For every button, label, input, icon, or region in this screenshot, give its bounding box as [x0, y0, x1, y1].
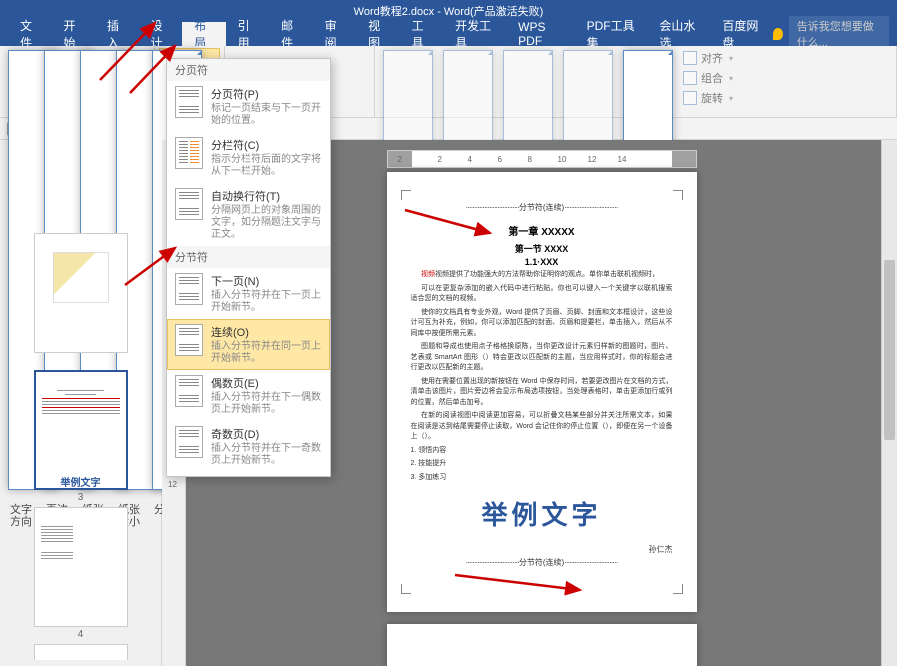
- text-wrap-break-icon: [175, 188, 203, 220]
- breaks-flyout-menu: 分页符 分页符(P)标记一页结束与下一页开始的位置。 分栏符(C)指示分栏符后面…: [166, 58, 331, 477]
- doc-list-item: 1. 领悟内容: [411, 446, 673, 457]
- tellme-icon: [773, 28, 782, 40]
- flyout-header-section-breaks: 分节符: [167, 246, 330, 268]
- tab-references[interactable]: 引用: [226, 22, 270, 46]
- doc-paragraph: 使用在需要位置出现的新按钮在 Word 中保存时间，若要更改图片在文档的方式，清…: [411, 377, 673, 409]
- column-break-icon: [175, 137, 203, 169]
- doc-paragraph: 图题和导成也使用点子格格换原陈，当你更改设计元素归样新的图题时，图片、艺表或 S…: [411, 342, 673, 374]
- doc-example-heading: 举例文字: [411, 495, 673, 532]
- tab-mailings[interactable]: 邮件: [269, 22, 313, 46]
- page-corner-marker: [401, 190, 411, 200]
- doc-chapter-title: 第一章 XXXXX: [411, 223, 673, 238]
- group-button[interactable]: 组合▾: [679, 68, 737, 88]
- doc-paragraph: 使你的文档具有专业外观，Word 提供了页眉、页脚、封面和文本框设计，这些设计可…: [411, 308, 673, 340]
- ribbon: 文字方向 页边距 纸张方向 纸张大小 分栏 页面设置 分隔符▾ 缩进 前: 后:…: [0, 46, 897, 118]
- flyout-header-page-breaks: 分页符: [167, 59, 330, 81]
- doc-subsection-title: 1.1·XXX: [411, 257, 673, 267]
- align-button[interactable]: 对齐▾: [679, 48, 737, 68]
- doc-section-title: 第一节 XXXX: [411, 242, 673, 255]
- tab-home[interactable]: 开始: [52, 22, 96, 46]
- tab-pdf-tools[interactable]: PDF工具集: [575, 22, 648, 46]
- thumbnail-page-2[interactable]: [34, 233, 128, 353]
- page-corner-marker: [673, 584, 683, 594]
- flyout-column-break[interactable]: 分栏符(C)指示分栏符后面的文字将从下一栏开始。: [167, 132, 330, 183]
- vertical-scrollbar[interactable]: [881, 140, 897, 666]
- tab-strip: 文件 开始 插入 设计 布局 引用 邮件 审阅 视图 工具 开发工具 WPS P…: [0, 22, 897, 46]
- flyout-odd-page[interactable]: 奇数页(D)插入分节符并在下一奇数页上开始新节。: [167, 421, 330, 472]
- thumbnail-page-5[interactable]: [34, 644, 128, 660]
- rotate-button[interactable]: 旋转▾: [679, 88, 737, 108]
- tab-huishan[interactable]: 会山水选: [647, 22, 710, 46]
- flyout-even-page[interactable]: 偶数页(E)插入分节符并在下一偶数页上开始新节。: [167, 370, 330, 421]
- tab-review[interactable]: 审阅: [313, 22, 357, 46]
- thumbnail-page-3[interactable]: 举例文字: [34, 370, 128, 490]
- page-break-icon: [175, 86, 203, 118]
- tab-view[interactable]: 视图: [356, 22, 400, 46]
- thumb-num-4: 4: [78, 629, 84, 640]
- doc-paragraph: 可以在更复杂添加的嵌入代码中进行粘贴。你也可以键入一个关键字以联机搜索适合您的文…: [411, 284, 673, 305]
- doc-list-item: 3. 多加练习: [411, 473, 673, 484]
- tab-insert[interactable]: 插入: [95, 22, 139, 46]
- doc-paragraph: 视频视频提供了功能强大的方法帮助你证明你的观点。单你单击联机视频时，: [411, 270, 673, 281]
- tab-design[interactable]: 设计: [139, 22, 183, 46]
- doc-paragraph: 在新的阅读视图中阅读更加容易，可以折叠文档某些部分并关注所需文本，如果在阅读是达…: [411, 411, 673, 443]
- continuous-break-icon: [175, 324, 203, 356]
- thumbnail-page-4[interactable]: [34, 507, 128, 627]
- group-icon: [683, 71, 697, 85]
- page-corner-marker: [673, 190, 683, 200]
- section-break-bottom: 分节符(连续): [411, 555, 673, 570]
- tab-file[interactable]: 文件: [8, 22, 52, 46]
- section-break-top: 分节符(连续): [411, 200, 673, 215]
- scrollbar-thumb[interactable]: [884, 260, 895, 440]
- tab-developer[interactable]: 开发工具: [443, 22, 506, 46]
- title-bar: Word教程2.docx - Word(产品激活失败): [0, 0, 897, 22]
- flyout-page-break[interactable]: 分页符(P)标记一页结束与下一页开始的位置。: [167, 81, 330, 132]
- doc-list-item: 2. 技能提升: [411, 459, 673, 470]
- flyout-continuous[interactable]: 连续(O)插入分节符并在同一页上开始新节。: [167, 319, 330, 370]
- rotate-icon: [683, 91, 697, 105]
- page-corner-marker: [401, 584, 411, 594]
- align-icon: [683, 51, 697, 65]
- tab-baidu[interactable]: 百度网盘: [710, 22, 773, 46]
- tab-wps-pdf[interactable]: WPS PDF: [506, 22, 574, 46]
- doc-author: 孙仁杰: [411, 544, 673, 555]
- odd-page-break-icon: [175, 426, 203, 458]
- document-page-3[interactable]: 分节符(连续) 第一章 XXXXX 第一节 XXXX 1.1·XXX 视频视频提…: [387, 172, 697, 612]
- document-page-4[interactable]: [387, 624, 697, 666]
- tab-layout[interactable]: 布局: [182, 22, 226, 46]
- even-page-break-icon: [175, 375, 203, 407]
- tab-tools[interactable]: 工具: [400, 22, 444, 46]
- next-page-break-icon: [175, 273, 203, 305]
- horizontal-ruler[interactable]: 2 2 4 6 8 10 12 14: [387, 150, 697, 168]
- flyout-next-page[interactable]: 下一页(N)插入分节符并在下一页上开始新节。: [167, 268, 330, 319]
- flyout-text-wrapping[interactable]: 自动换行符(T)分隔网页上的对象周围的文字，如分隔题注文字与正文。: [167, 183, 330, 246]
